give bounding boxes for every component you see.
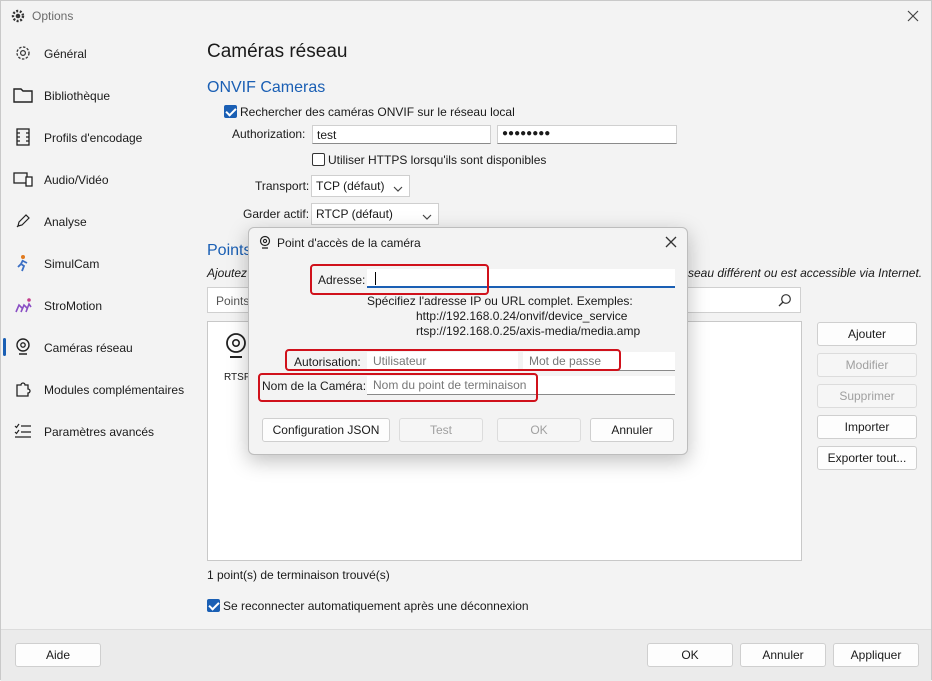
onvif-password-field[interactable]: ●●●●●●●● [497, 125, 677, 144]
onvif-search-label: Rechercher des caméras ONVIF sur le rése… [240, 105, 515, 119]
add-button[interactable]: Ajouter [817, 322, 917, 346]
endpoints-note-left: Ajoutez [207, 266, 248, 280]
keepalive-value: RTCP (défaut) [316, 207, 393, 221]
gear-icon [13, 44, 33, 62]
onvif-search-checkbox[interactable] [224, 105, 237, 118]
checklist-icon [13, 422, 33, 440]
keepalive-label: Garder actif: [243, 207, 310, 221]
webcam-icon [258, 235, 272, 249]
camera-name-highlight-box [258, 373, 538, 402]
sidebar-item-label: Bibliothèque [44, 89, 111, 103]
sidebar-item-label: Général [44, 47, 87, 61]
sidebar-item-label: StroMotion [44, 299, 103, 313]
sidebar-item-general[interactable]: Général [1, 33, 196, 73]
https-label: Utiliser HTTPS lorsqu'ils sont disponibl… [328, 153, 547, 167]
sidebar-item-encoding-profiles[interactable]: Profils d'encodage [1, 117, 196, 157]
gear-icon [10, 8, 26, 24]
search-placeholder: Points [216, 294, 250, 308]
json-config-button[interactable]: Configuration JSON [262, 418, 390, 442]
chevron-down-icon [422, 210, 432, 220]
sidebar-item-advanced[interactable]: Paramètres avancés [1, 411, 196, 451]
sidebar-item-audio-video[interactable]: Audio/Vidéo [1, 159, 196, 199]
webcam-icon [224, 332, 248, 363]
dialog-title: Point d'accès de la caméra [277, 236, 421, 250]
help-button[interactable]: Aide [15, 643, 101, 667]
endpoints-note-right: seau différent ou est accessible via Int… [688, 266, 923, 280]
transport-select[interactable]: TCP (défaut) [311, 175, 410, 197]
page-title: Caméras réseau [207, 41, 348, 62]
transport-label: Transport: [255, 179, 310, 193]
endpoints-section-title: Points [207, 242, 252, 259]
folder-icon [13, 86, 33, 104]
authorization-label: Authorization: [232, 127, 306, 141]
window-title: Options [32, 9, 74, 23]
pencil-icon [13, 212, 33, 230]
address-highlight-box [310, 264, 489, 295]
onvif-username-field[interactable]: test [312, 125, 491, 144]
delete-button[interactable]: Supprimer [817, 384, 917, 408]
sidebar-item-label: Paramètres avancés [44, 425, 155, 439]
sidebar-item-label: SimulCam [44, 257, 100, 271]
sidebar-item-label: Profils d'encodage [44, 131, 143, 145]
transport-value: TCP (défaut) [316, 179, 385, 193]
test-button[interactable]: Test [399, 418, 483, 442]
camera-endpoint-dialog: Point d'accès de la caméra Adresse: Spéc… [248, 227, 688, 455]
edit-button[interactable]: Modifier [817, 353, 917, 377]
runner-icon [13, 254, 33, 272]
close-icon[interactable] [903, 6, 923, 26]
options-window: Options Général Bibliothèque Profils d'e… [0, 0, 932, 681]
stromotion-icon [13, 296, 33, 314]
keepalive-select[interactable]: RTCP (défaut) [311, 203, 439, 225]
footer-bar: Aide OK Annuler Appliquer [1, 629, 931, 681]
cancel-button[interactable]: Annuler [740, 643, 826, 667]
apply-button[interactable]: Appliquer [833, 643, 919, 667]
film-icon [13, 128, 33, 146]
title-bar: Options [1, 1, 931, 31]
webcam-icon [13, 338, 33, 356]
address-hint-1: Spécifiez l'adresse IP ou URL complet. E… [367, 294, 633, 308]
search-icon[interactable] [778, 293, 792, 307]
list-item-label: RTSP [224, 372, 251, 383]
onvif-section-title: ONVIF Cameras [207, 79, 326, 96]
sidebar-item-label: Analyse [44, 215, 87, 229]
sidebar-item-analysis[interactable]: Analyse [1, 201, 196, 241]
ok-button[interactable]: OK [647, 643, 733, 667]
monitor-speaker-icon [13, 170, 33, 188]
reconnect-checkbox[interactable] [207, 599, 220, 612]
sidebar-item-label: Caméras réseau [44, 341, 133, 355]
sidebar-item-network-cameras[interactable]: Caméras réseau [1, 327, 196, 367]
address-hint-2: http://192.168.0.24/onvif/device_service [416, 309, 628, 323]
export-all-button[interactable]: Exporter tout... [817, 446, 917, 470]
sidebar-item-label: Modules complémentaires [44, 383, 185, 397]
sidebar-item-library[interactable]: Bibliothèque [1, 75, 196, 115]
sidebar-item-simulcam[interactable]: SimulCam [1, 243, 196, 283]
https-checkbox[interactable] [312, 153, 325, 166]
reconnect-label: Se reconnecter automatiquement après une… [223, 599, 529, 613]
chevron-down-icon [393, 182, 403, 192]
sidebar-item-label: Audio/Vidéo [44, 173, 109, 187]
close-icon[interactable] [663, 234, 679, 250]
dialog-ok-button[interactable]: OK [497, 418, 581, 442]
endpoints-count: 1 point(s) de terminaison trouvé(s) [207, 568, 390, 582]
sidebar-item-addons[interactable]: Modules complémentaires [1, 369, 196, 409]
dialog-cancel-button[interactable]: Annuler [590, 418, 674, 442]
authorization-highlight-box [285, 349, 621, 371]
sidebar-item-stromotion[interactable]: StroMotion [1, 285, 196, 325]
address-hint-3: rtsp://192.168.0.25/axis-media/media.amp [416, 324, 641, 338]
import-button[interactable]: Importer [817, 415, 917, 439]
puzzle-icon [13, 380, 33, 398]
